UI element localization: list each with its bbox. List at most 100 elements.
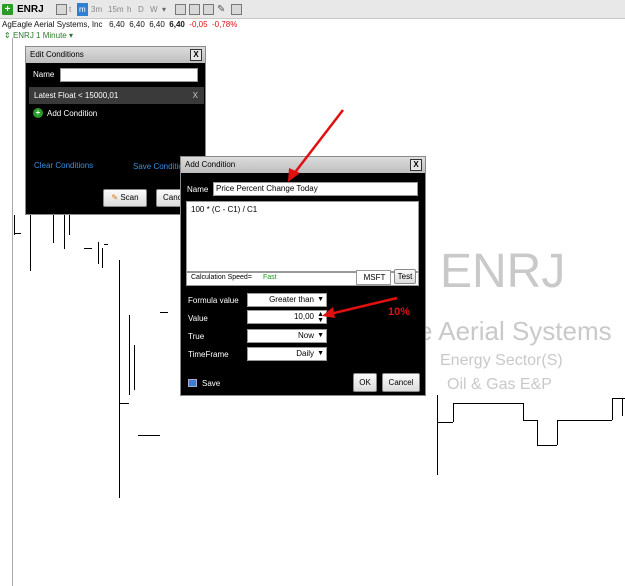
formula-editor[interactable]: 100 * (C - C1) / C1 (186, 201, 419, 272)
formula-value-label: Formula value (188, 296, 239, 305)
trading-app: + ENRJ t m 3m 15m h D W ▾ ✎ AgEagle Aeri… (0, 0, 625, 586)
ok-button[interactable]: OK (353, 373, 377, 392)
grid-icon[interactable] (203, 4, 214, 15)
price-bar (523, 420, 537, 421)
sort-icon: ⇕ (4, 31, 11, 40)
last-price: 6,40 (169, 20, 185, 29)
price-bar (129, 315, 130, 395)
save-conditions-link[interactable]: Save Conditio (133, 162, 183, 171)
formula-value-text: Greater than (269, 295, 314, 304)
link-icon[interactable] (56, 4, 67, 15)
timeframe-3m[interactable]: 3m (91, 3, 102, 16)
name-label: Name (187, 185, 209, 194)
add-icon[interactable]: + (33, 108, 43, 118)
price-bar (612, 398, 613, 420)
watermark-symbol: ENRJ (440, 245, 566, 298)
timeframe-select[interactable]: Daily ▼ (247, 347, 327, 361)
close-icon[interactable]: X (190, 49, 202, 61)
symbol-selector[interactable]: ENRJ (17, 3, 44, 16)
stepper-arrows-icon[interactable]: ▲ ▼ (317, 311, 324, 324)
watermark-industry: Oil & Gas E&P (447, 376, 552, 393)
timeframe-hour[interactable]: h (127, 3, 131, 16)
price-bar (437, 422, 453, 423)
value-stepper[interactable]: 10,00 ▲ ▼ (247, 310, 327, 324)
timeframe-15m[interactable]: 15m (108, 3, 124, 16)
price-bar (134, 345, 135, 390)
price-bar (138, 435, 146, 436)
value-text: 10,00 (293, 312, 314, 321)
save-icon[interactable] (188, 379, 197, 387)
company-name: AgEagle Aerial Systems, Inc (2, 20, 103, 29)
indicators-icon[interactable] (189, 4, 200, 15)
price-bar (119, 403, 129, 404)
price-bar (98, 242, 99, 264)
timeframe-1m[interactable]: m (77, 3, 88, 16)
add-condition-dialog: Add Condition X Name Price Percent Chang… (180, 156, 426, 396)
value-label: Value (188, 314, 208, 323)
price-bar (622, 398, 623, 416)
name-input[interactable] (60, 68, 198, 82)
open-price: 6,40 (109, 20, 125, 29)
scan-button[interactable]: ✎ Scan (103, 189, 147, 207)
settings-icon[interactable] (231, 4, 242, 15)
clear-conditions-link[interactable]: Clear Conditions (34, 161, 93, 170)
save-link[interactable]: Save (202, 379, 220, 388)
name-label: Name (33, 70, 55, 79)
quote-line: AgEagle Aerial Systems, Inc 6,40 6,40 6,… (2, 20, 237, 29)
chart-label[interactable]: ⇕ ENRJ 1 Minute ▾ (4, 31, 73, 40)
annotation-label: 10% (388, 306, 411, 318)
price-change: -0,05 (189, 20, 208, 29)
timeframe-label: TimeFrame (188, 350, 229, 359)
name-input[interactable]: Price Percent Change Today (213, 182, 418, 196)
condition-row[interactable]: Latest Float < 15000,01 X (29, 87, 204, 104)
chart-label-text: ENRJ 1 Minute (12, 31, 67, 40)
price-bar (537, 420, 538, 445)
timeframe-tick[interactable]: t (69, 3, 71, 16)
price-bar (146, 435, 160, 436)
price-bar (160, 312, 168, 313)
chevron-down-icon[interactable]: ▾ (162, 3, 166, 16)
chevron-down-icon: ▼ (317, 332, 324, 339)
price-bar (453, 403, 454, 422)
close-icon[interactable]: X (410, 159, 422, 171)
timeframe-value-text: Daily (296, 349, 314, 358)
price-bar (104, 244, 108, 245)
pencil-icon[interactable]: ✎ (217, 3, 225, 16)
price-bar (64, 215, 65, 249)
true-value-text: Now (297, 331, 314, 340)
add-condition-title: Add Condition (181, 157, 425, 173)
formula-value-select[interactable]: Greater than ▼ (247, 293, 327, 307)
chart-type-icon[interactable] (175, 4, 186, 15)
chart-toolbar: + ENRJ t m 3m 15m h D W ▾ ✎ (0, 0, 625, 19)
scan-label: Scan (120, 193, 139, 202)
add-condition-link[interactable]: Add Condition (47, 109, 97, 118)
calc-speed-label: Calculation Speed= (191, 274, 252, 281)
cancel-button[interactable]: Cancel (382, 373, 420, 392)
high-price: 6,40 (129, 20, 145, 29)
percent-change: -0,78% (211, 20, 238, 29)
chevron-down-icon: ▼ (317, 350, 324, 357)
timeframe-day[interactable]: D (138, 3, 144, 16)
edit-conditions-dialog: Edit Conditions X Name Latest Float < 15… (25, 46, 206, 215)
edit-conditions-title: Edit Conditions (26, 47, 205, 63)
price-bar (14, 215, 15, 235)
price-bar (557, 420, 558, 445)
test-symbol-input[interactable]: MSFT (356, 270, 391, 285)
price-bar (84, 248, 92, 249)
price-bar (69, 215, 70, 235)
timeframe-week[interactable]: W (150, 3, 158, 16)
calc-speed-value: Fast (263, 274, 277, 281)
remove-condition-icon[interactable]: X (193, 91, 198, 100)
true-select[interactable]: Now ▼ (247, 329, 327, 343)
scan-icon: ✎ (111, 193, 119, 202)
price-bar (453, 403, 523, 404)
true-label: True (188, 332, 205, 341)
price-bar (119, 260, 120, 498)
add-symbol-icon[interactable]: + (2, 4, 13, 15)
test-button[interactable]: Test (394, 269, 416, 284)
chart-left-border (12, 38, 13, 586)
price-bar (557, 420, 612, 421)
condition-text: Latest Float < 15000,01 (34, 91, 119, 100)
price-bar (612, 398, 625, 399)
price-bar (30, 215, 31, 271)
